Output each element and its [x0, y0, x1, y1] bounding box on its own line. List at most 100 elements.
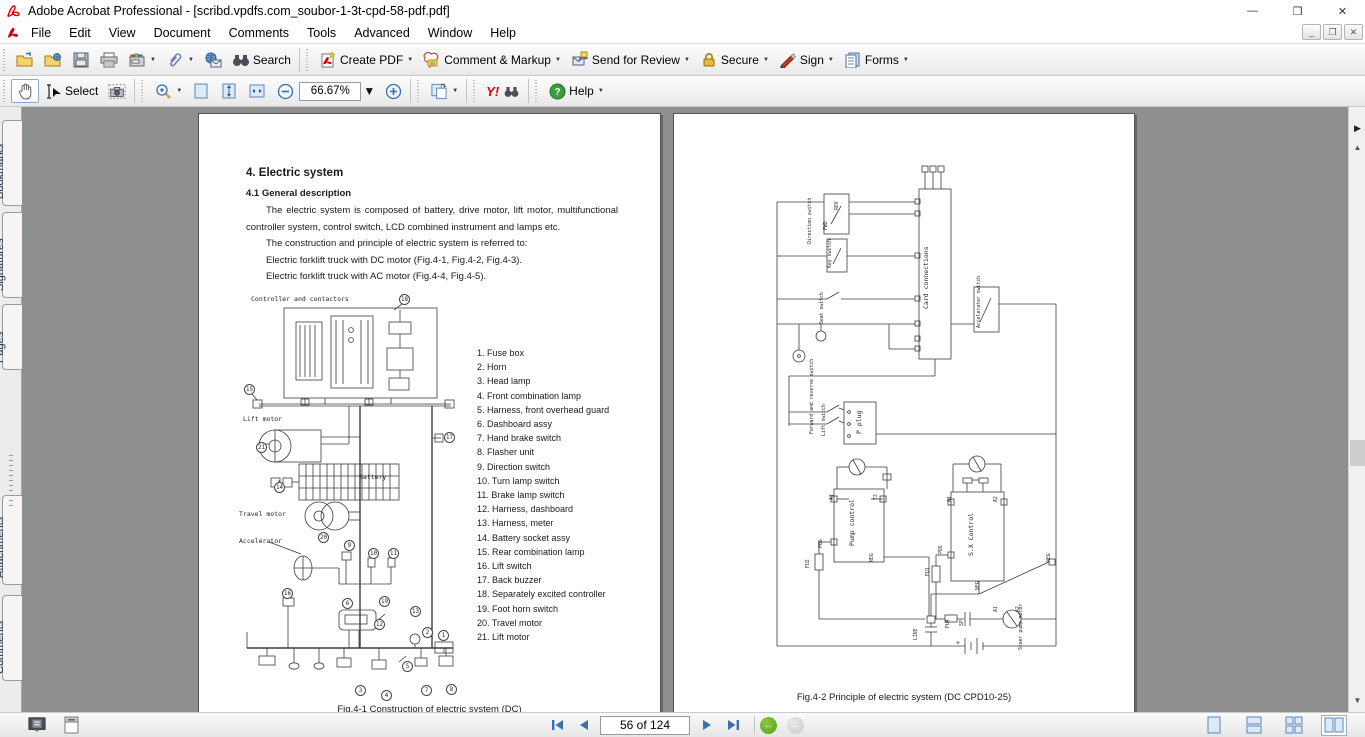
attach-button[interactable]: ▼ — [161, 48, 199, 72]
sidebar-tab-pages[interactable]: Pages — [2, 304, 22, 370]
pane-handle-icon[interactable]: ▶ — [1349, 117, 1365, 139]
scrollbar-thumb[interactable] — [1350, 440, 1365, 466]
open-web-button[interactable] — [39, 48, 67, 72]
scroll-down-icon[interactable]: ▼ — [1349, 692, 1365, 708]
yahoo-logo: Y! — [486, 84, 499, 99]
organizer-button[interactable]: ▼ — [123, 48, 161, 72]
parts-list-item: 16. Lift switch — [477, 559, 609, 573]
page-layout-buttons — [1201, 715, 1347, 736]
diagram-callout-number: 18 — [399, 294, 410, 305]
vertical-scrollbar[interactable]: ▶ ▲ ▼ — [1348, 107, 1365, 712]
send-review-caret-icon: ▼ — [684, 57, 690, 63]
forms-button[interactable]: Forms▼ — [839, 48, 914, 72]
doc-close-icon[interactable]: ✕ — [1344, 24, 1363, 40]
toolbar-grip[interactable] — [472, 80, 477, 102]
fit-width-button[interactable] — [243, 79, 271, 103]
minimize-icon[interactable]: — — [1230, 0, 1275, 22]
create-pdf-button[interactable]: Create PDF▼ — [314, 48, 418, 72]
toolbar-grip[interactable] — [416, 80, 421, 102]
next-view-button[interactable]: → — [787, 717, 804, 734]
page-indicator-input[interactable] — [600, 716, 690, 735]
toolbar-grip[interactable] — [140, 80, 145, 102]
parts-list-item: 1. Fuse box — [477, 346, 609, 360]
open-button[interactable] — [11, 48, 39, 72]
snapshot-button[interactable] — [103, 79, 131, 103]
diagram-label: Lift motor — [243, 416, 282, 423]
diagram-label: Seat switch — [820, 292, 825, 324]
diagram-label: A2 — [994, 496, 999, 502]
menu-window[interactable]: Window — [419, 24, 481, 42]
sidebar-tab-bookmarks[interactable]: Bookmarks — [2, 120, 22, 206]
hand-tool-button[interactable] — [11, 79, 39, 103]
search-button[interactable]: Search — [227, 48, 296, 72]
print-button[interactable] — [95, 48, 123, 72]
fit-height-button[interactable] — [215, 79, 243, 103]
send-for-review-button[interactable]: Send for Review▼ — [566, 48, 695, 72]
doc-restore-icon[interactable]: ❐ — [1323, 24, 1342, 40]
sidebar-tab-comments[interactable]: Comments — [2, 595, 22, 681]
continuous-layout-button[interactable] — [1241, 715, 1267, 736]
help-button[interactable]: ?Help▼ — [543, 79, 609, 103]
view-history: ← → — [760, 717, 804, 734]
diagram-label: Battery — [359, 474, 386, 481]
fit-page-button[interactable] — [187, 79, 215, 103]
select-tool-button[interactable]: Select — [39, 79, 103, 103]
menu-tools[interactable]: Tools — [298, 24, 345, 42]
page-display-button[interactable]: ▼ — [425, 79, 463, 103]
section-heading: 4. Electric system — [246, 167, 343, 179]
previous-page-button[interactable] — [574, 716, 592, 734]
menu-file[interactable]: File — [22, 24, 60, 42]
save-icon — [72, 51, 90, 69]
view-toolbar: Select ▼ ▼ ▼ Y! ?Help▼ — [0, 76, 1365, 107]
pdf-page-left[interactable]: 4. Electric system 4.1 General descripti… — [198, 113, 661, 712]
zoom-tool-button[interactable]: ▼ — [149, 79, 187, 103]
diagram-callout-number: 21 — [256, 442, 267, 453]
close-icon[interactable]: ✕ — [1320, 0, 1365, 22]
restore-icon[interactable]: ❐ — [1275, 0, 1320, 22]
single-page-layout-button[interactable] — [1201, 715, 1227, 736]
sidebar-tab-attachments[interactable]: Attachments — [2, 495, 22, 585]
toolbar-grip[interactable] — [305, 49, 310, 71]
zoom-level-caret-icon[interactable]: ▼ — [363, 84, 375, 98]
parts-list-item: 21. Lift motor — [477, 630, 609, 644]
sidebar-tab-signatures[interactable]: Signatures — [2, 212, 22, 298]
secure-label: Secure — [721, 53, 759, 67]
menu-comments[interactable]: Comments — [220, 24, 298, 42]
parts-list-item: 8. Flasher unit — [477, 445, 609, 459]
nav-pane-splitter[interactable] — [9, 455, 13, 507]
doc-minimize-icon[interactable]: _ — [1302, 24, 1321, 40]
menu-view[interactable]: View — [100, 24, 145, 42]
scroll-up-icon[interactable]: ▲ — [1349, 139, 1365, 155]
forms-caret-icon: ▼ — [903, 57, 909, 63]
diagram-label: POS — [939, 545, 944, 554]
facing-layout-button[interactable] — [1321, 715, 1347, 736]
menu-edit[interactable]: Edit — [60, 24, 100, 42]
previous-view-button[interactable]: ← — [760, 717, 777, 734]
comment-markup-button[interactable]: Comment & Markup▼ — [418, 48, 566, 72]
zoom-out-button[interactable] — [271, 79, 299, 103]
zoom-in-button[interactable] — [379, 79, 407, 103]
email-button[interactable] — [199, 48, 227, 72]
page-view-icon[interactable] — [62, 716, 80, 734]
paperclip-icon — [166, 51, 184, 69]
continuous-facing-layout-button[interactable] — [1281, 715, 1307, 736]
toolbar-grip[interactable] — [2, 49, 7, 71]
first-page-button[interactable] — [548, 716, 566, 734]
next-page-button[interactable] — [698, 716, 716, 734]
toolbar-grip[interactable] — [534, 80, 539, 102]
parts-list-item: 15. Rear combination lamp — [477, 545, 609, 559]
zoom-level-input[interactable] — [299, 82, 361, 101]
menu-document[interactable]: Document — [145, 24, 220, 42]
menu-advanced[interactable]: Advanced — [345, 24, 419, 42]
send-review-icon — [571, 51, 589, 69]
yahoo-search-button[interactable]: Y! — [481, 79, 525, 103]
sign-button[interactable]: Sign▼ — [774, 48, 839, 72]
toolbar-grip[interactable] — [2, 80, 7, 102]
secure-button[interactable]: Secure▼ — [695, 48, 774, 72]
last-page-button[interactable] — [724, 716, 742, 734]
menu-help[interactable]: Help — [481, 24, 525, 42]
diagram-label: T2 — [874, 494, 879, 500]
fullscreen-view-icon[interactable] — [28, 716, 46, 734]
pdf-page-right[interactable]: Direction switchFWDREVKey switchSeat swi… — [673, 113, 1135, 712]
save-button[interactable] — [67, 48, 95, 72]
